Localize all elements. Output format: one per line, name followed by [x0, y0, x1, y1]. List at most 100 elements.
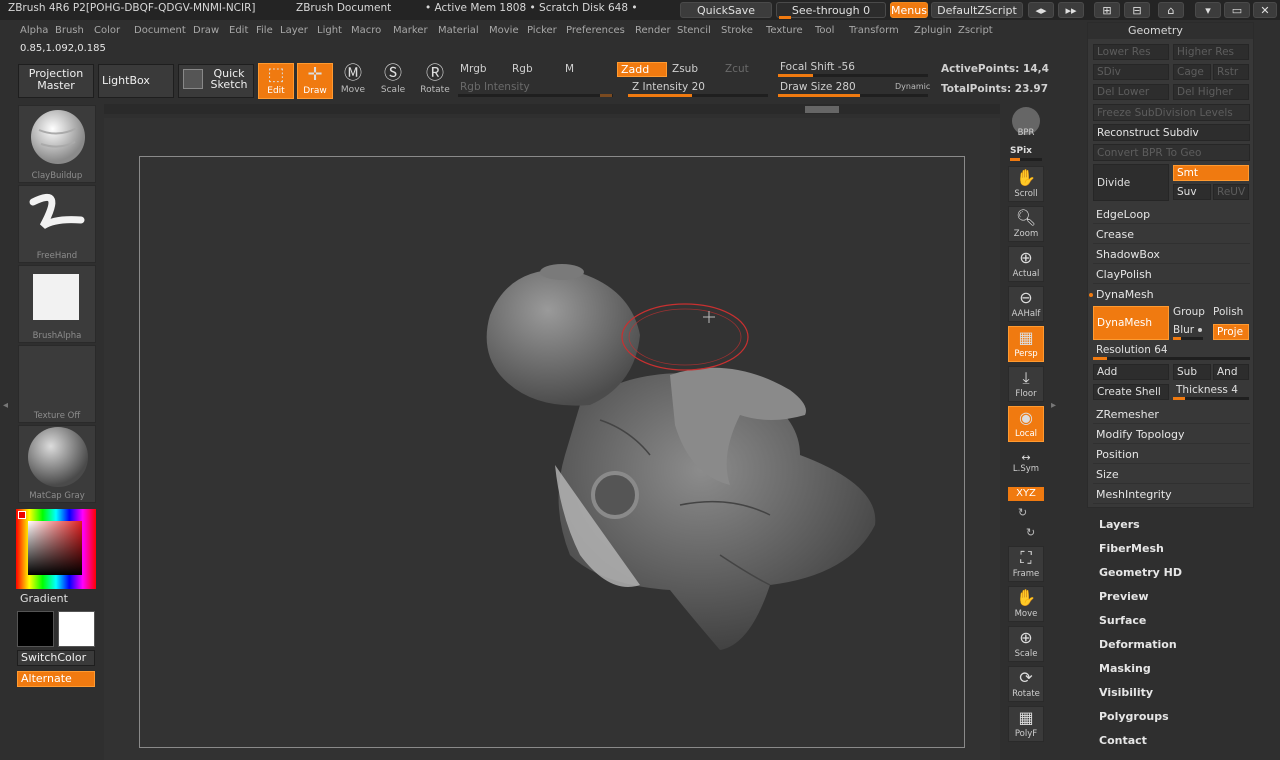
lsym-button[interactable]: ↔ L.Sym — [1008, 452, 1044, 480]
geometry-title[interactable]: Geometry — [1088, 23, 1253, 39]
menu-document[interactable]: Document — [134, 25, 186, 36]
frame-button[interactable]: ⛶ Frame — [1008, 546, 1044, 582]
rotate-y-icon[interactable]: ↻ — [1018, 506, 1027, 519]
stroke-thumbnail[interactable]: FreeHand — [18, 185, 96, 263]
draw-button[interactable]: ✛ Draw — [297, 63, 333, 99]
left-tray-arrow-icon[interactable]: ◂ — [3, 400, 8, 411]
edgeloop-item[interactable]: EdgeLoop — [1093, 205, 1250, 224]
see-through-slider[interactable]: See-through 0 — [776, 2, 886, 18]
xyz-button[interactable]: XYZ — [1008, 487, 1044, 501]
sdiv-slider[interactable]: SDiv — [1093, 64, 1169, 80]
main-color-swatch[interactable] — [17, 611, 54, 647]
scroll-left-icon[interactable]: ◂▸ — [1028, 2, 1054, 18]
scroll-button[interactable]: ✋ Scroll — [1008, 166, 1044, 202]
zadd-button[interactable]: Zadd — [617, 62, 667, 77]
position-item[interactable]: Position — [1093, 445, 1250, 464]
lower-res-button[interactable]: Lower Res — [1093, 44, 1169, 60]
palette-visibility[interactable]: Visibility — [1099, 686, 1153, 699]
palette-geometry-hd[interactable]: Geometry HD — [1099, 566, 1182, 579]
polish-toggle[interactable]: Polish — [1213, 306, 1243, 318]
zsub-button[interactable]: Zsub — [672, 63, 698, 75]
scale-view-button[interactable]: ⊕ Scale — [1008, 626, 1044, 662]
rstr-button[interactable]: Rstr — [1213, 64, 1249, 80]
aahalf-button[interactable]: ⊖ AAHalf — [1008, 286, 1044, 322]
menu-layer[interactable]: Layer — [280, 25, 308, 36]
scroll-right-icon[interactable]: ▸▸ — [1058, 2, 1084, 18]
menu-render[interactable]: Render — [635, 25, 671, 36]
mrgb-button[interactable]: Mrgb — [460, 63, 487, 75]
menu-transform[interactable]: Transform — [849, 25, 899, 36]
del-lower-button[interactable]: Del Lower — [1093, 84, 1169, 100]
crease-item[interactable]: Crease — [1093, 225, 1250, 244]
smt-button[interactable]: Smt — [1173, 165, 1249, 181]
menu-tool[interactable]: Tool — [815, 25, 834, 36]
shadowbox-item[interactable]: ShadowBox — [1093, 245, 1250, 264]
blur-slider[interactable]: Blur — [1173, 324, 1194, 336]
cage-button[interactable]: Cage — [1173, 64, 1211, 80]
higher-res-button[interactable]: Higher Res — [1173, 44, 1249, 60]
menu-file[interactable]: File — [256, 25, 273, 36]
thickness-slider[interactable]: Thickness 4 — [1176, 384, 1238, 396]
palette-masking[interactable]: Masking — [1099, 662, 1151, 675]
menu-preferences[interactable]: Preferences — [566, 25, 625, 36]
resolution-slider[interactable]: Resolution 64 — [1096, 344, 1168, 356]
project-button[interactable]: Proje — [1213, 324, 1249, 340]
del-higher-button[interactable]: Del Higher — [1173, 84, 1249, 100]
m-button[interactable]: M — [565, 63, 574, 75]
convert-bpr-button[interactable]: Convert BPR To Geo — [1093, 144, 1250, 161]
dynamesh-header[interactable]: DynaMesh — [1093, 285, 1250, 304]
menu-texture[interactable]: Texture — [766, 25, 803, 36]
color-picker[interactable] — [16, 509, 96, 589]
rgb-intensity-slider[interactable] — [458, 94, 613, 97]
menu-stroke[interactable]: Stroke — [721, 25, 753, 36]
lock-icon[interactable]: ⌂ — [1158, 2, 1184, 18]
scale-button[interactable]: Ⓢ Scale — [375, 63, 411, 99]
right-tray-arrow-icon[interactable]: ▸ — [1051, 400, 1056, 411]
palette-contact[interactable]: Contact — [1099, 734, 1147, 747]
menu-movie[interactable]: Movie — [489, 25, 519, 36]
menu-stencil[interactable]: Stencil — [677, 25, 711, 36]
sub-button[interactable]: Sub — [1173, 364, 1211, 380]
create-shell-button[interactable]: Create Shell — [1093, 384, 1169, 400]
claypolish-item[interactable]: ClayPolish — [1093, 265, 1250, 284]
menu-macro[interactable]: Macro — [351, 25, 381, 36]
menu-picker[interactable]: Picker — [527, 25, 557, 36]
modify-topology-item[interactable]: Modify Topology — [1093, 425, 1250, 444]
palette-surface[interactable]: Surface — [1099, 614, 1146, 627]
default-zscript-button[interactable]: DefaultZScript — [931, 2, 1023, 18]
secondary-color-swatch[interactable] — [58, 611, 95, 647]
palette-polygroups[interactable]: Polygroups — [1099, 710, 1169, 723]
persp-button[interactable]: ▦ Persp — [1008, 326, 1044, 362]
local-button[interactable]: ◉ Local — [1008, 406, 1044, 442]
switchcolor-button[interactable]: SwitchColor — [17, 650, 95, 666]
palette-fibermesh[interactable]: FiberMesh — [1099, 542, 1164, 555]
edit-button[interactable]: ⬚ Edit — [258, 63, 294, 99]
menu-marker[interactable]: Marker — [393, 25, 428, 36]
and-button[interactable]: And — [1213, 364, 1249, 380]
material-thumbnail[interactable]: MatCap Gray — [18, 425, 96, 503]
polyf-button[interactable]: ▦ PolyF — [1008, 706, 1044, 742]
floor-button[interactable]: ⤓ Floor — [1008, 366, 1044, 402]
menu-light[interactable]: Light — [317, 25, 342, 36]
reuv-button[interactable]: ReUV — [1213, 184, 1249, 200]
projection-master-button[interactable]: Projection Master — [18, 64, 94, 98]
layout-alt-icon[interactable]: ⊟ — [1124, 2, 1150, 18]
rotate-button[interactable]: Ⓡ Rotate — [417, 63, 453, 99]
quicksave-button[interactable]: QuickSave — [680, 2, 772, 18]
group-toggle[interactable]: Group — [1173, 306, 1205, 318]
add-button[interactable]: Add — [1093, 364, 1169, 380]
meshintegrity-item[interactable]: MeshIntegrity — [1093, 485, 1250, 504]
palette-layers[interactable]: Layers — [1099, 518, 1140, 531]
zoom-button[interactable]: 🔍︎ Zoom — [1008, 206, 1044, 242]
suv-button[interactable]: Suv — [1173, 184, 1211, 200]
alpha-thumbnail[interactable]: BrushAlpha — [18, 265, 96, 343]
menu-zscript[interactable]: Zscript — [958, 25, 993, 36]
palette-preview[interactable]: Preview — [1099, 590, 1149, 603]
actual-button[interactable]: ⊕ Actual — [1008, 246, 1044, 282]
minimize-icon[interactable]: ▾ — [1195, 2, 1221, 18]
rgb-button[interactable]: Rgb — [512, 63, 533, 75]
layout-icon[interactable]: ⊞ — [1094, 2, 1120, 18]
menu-color[interactable]: Color — [94, 25, 120, 36]
brush-thumbnail[interactable]: ClayBuildup — [18, 105, 96, 183]
color-picker-square[interactable] — [28, 521, 82, 575]
